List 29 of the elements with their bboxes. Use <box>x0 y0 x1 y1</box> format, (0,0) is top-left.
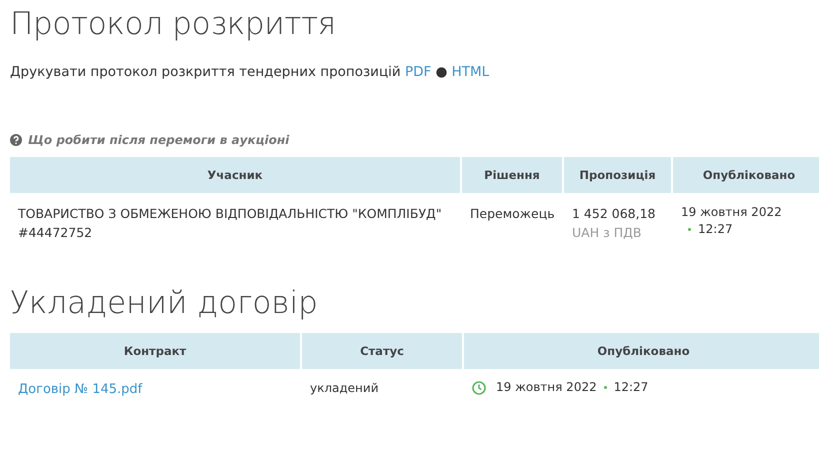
participant-name: ТОВАРИСТВО З ОБМЕЖЕНОЮ ВІДПОВІДАЛЬНІСТЮ "КОМПЛІБУД" <box>18 205 443 223</box>
column-header: Контракт <box>10 333 300 369</box>
published-time: 12:27 <box>698 222 733 236</box>
column-header: Рішення <box>462 157 562 193</box>
published-date: 19 жовтня 2022 <box>496 380 597 394</box>
participant-code: #44472752 <box>18 224 94 242</box>
published-time: 12:27 <box>614 380 648 394</box>
dot-icon <box>604 386 607 390</box>
status-cell-text: укладений <box>309 380 380 397</box>
published-date: 19 жовтня 2022 <box>681 204 783 221</box>
column-header: Пропозиція <box>564 157 671 193</box>
clock-icon <box>472 380 486 395</box>
column-header: Учасник <box>10 157 460 193</box>
section-title: Протокол розкриття <box>10 5 337 44</box>
decision-cell-text: Переможець <box>469 205 556 223</box>
column-header: Опубліковано <box>673 157 819 193</box>
print-label: Друкувати протокол розкриття тендерних пропозицій <box>10 64 401 80</box>
currency-label: UAH з ПДВ <box>572 224 642 242</box>
bid-amount: 1 452 068,18 <box>572 205 656 223</box>
column-header: Опубліковано <box>464 333 819 369</box>
section-title: Укладений договір <box>10 284 319 323</box>
pdf-link[interactable]: PDF <box>404 64 432 80</box>
help-icon <box>10 134 22 146</box>
dot-icon <box>688 228 691 232</box>
contract-link[interactable]: Договір № 145.pdf <box>18 382 142 397</box>
column-header: Статус <box>302 333 462 369</box>
html-link[interactable]: HTML <box>452 64 490 80</box>
separator-text: ● <box>436 64 448 80</box>
help-link[interactable]: Що робити після перемоги в аукціоні <box>28 133 290 147</box>
